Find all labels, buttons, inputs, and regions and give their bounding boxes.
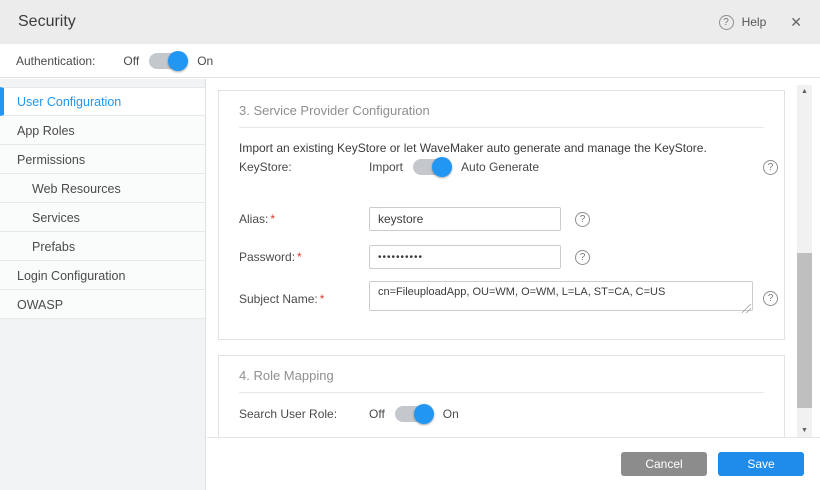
sidebar-item-login-configuration[interactable]: Login Configuration <box>0 261 205 290</box>
section-title: 3. Service Provider Configuration <box>219 91 784 127</box>
toggle-knob <box>432 157 452 177</box>
sidebar-item-owasp[interactable]: OWASP <box>0 290 205 319</box>
search-user-role-label: Search User Role: <box>239 407 369 421</box>
section-divider <box>239 392 764 393</box>
section-service-provider-configuration: 3. Service Provider Configuration Import… <box>218 90 785 340</box>
sidebar-list: User Configuration App Roles Permissions… <box>0 87 205 319</box>
subject-name-label: Subject Name:* <box>239 292 369 306</box>
page-title: Security <box>18 13 76 31</box>
scroll-down-icon[interactable]: ▼ <box>797 424 812 437</box>
help-icon[interactable]: ? <box>719 15 734 30</box>
alias-label: Alias:* <box>239 212 369 226</box>
close-icon[interactable]: ✕ <box>790 14 802 31</box>
keystore-label: KeyStore: <box>239 160 369 174</box>
search-user-role-toggle[interactable] <box>395 406 433 422</box>
section-description: Import an existing KeyStore or let WaveM… <box>219 128 784 155</box>
keystore-auto-generate-label: Auto Generate <box>461 160 539 174</box>
sidebar-item-app-roles[interactable]: App Roles <box>0 116 205 145</box>
section-title: 4. Role Mapping <box>219 356 784 392</box>
alias-input[interactable] <box>369 207 561 231</box>
sidebar-item-user-configuration[interactable]: User Configuration <box>0 87 205 116</box>
header-actions: ? Help ✕ <box>719 14 802 31</box>
footer-actions: Cancel Save <box>207 437 820 490</box>
sidebar-item-services[interactable]: Services <box>0 203 205 232</box>
authentication-toggle[interactable] <box>149 53 187 69</box>
required-mark: * <box>297 250 302 264</box>
search-user-role-off-label: Off <box>369 407 385 421</box>
keystore-toggle[interactable] <box>413 159 451 175</box>
search-user-role-toggle-group: Off On <box>369 406 459 422</box>
password-row: Password:* ? <box>239 245 778 269</box>
keystore-help-icon[interactable]: ? <box>763 160 778 175</box>
required-mark: * <box>270 212 275 226</box>
sidebar-item-web-resources[interactable]: Web Resources <box>0 174 205 203</box>
authentication-bar: Authentication: Off On <box>0 44 820 78</box>
subject-name-textarea[interactable]: cn=FileuploadApp, OU=WM, O=WM, L=LA, ST=… <box>369 281 753 311</box>
cancel-button[interactable]: Cancel <box>621 452 707 476</box>
help-link[interactable]: Help <box>742 15 767 29</box>
password-help-icon[interactable]: ? <box>575 250 590 265</box>
sidebar-item-permissions[interactable]: Permissions <box>0 145 205 174</box>
password-input[interactable] <box>369 245 561 269</box>
toggle-knob <box>414 404 434 424</box>
authentication-toggle-group: Off On <box>123 53 213 69</box>
keystore-import-label: Import <box>369 160 403 174</box>
scrollbar-thumb[interactable] <box>797 253 812 408</box>
alias-label-text: Alias: <box>239 212 268 226</box>
required-mark: * <box>320 292 325 306</box>
alias-row: Alias:* ? <box>239 207 778 231</box>
subject-name-textarea-wrap: cn=FileuploadApp, OU=WM, O=WM, L=LA, ST=… <box>369 281 753 316</box>
search-user-role-on-label: On <box>443 407 459 421</box>
password-label: Password:* <box>239 250 369 264</box>
toggle-knob <box>168 51 188 71</box>
save-button[interactable]: Save <box>718 452 804 476</box>
subject-name-help-icon[interactable]: ? <box>763 291 778 306</box>
authentication-label: Authentication: <box>16 54 95 68</box>
search-user-role-row: Search User Role: Off On <box>239 406 778 422</box>
main-content: 3. Service Provider Configuration Import… <box>207 79 820 437</box>
alias-help-icon[interactable]: ? <box>575 212 590 227</box>
authentication-on-label: On <box>197 54 213 68</box>
authentication-off-label: Off <box>123 54 139 68</box>
window-header: Security ? Help ✕ <box>0 0 820 44</box>
section-role-mapping: 4. Role Mapping Search User Role: Off On <box>218 355 785 438</box>
keystore-row: KeyStore: Import Auto Generate ? <box>239 159 778 175</box>
subject-name-row: Subject Name:* cn=FileuploadApp, OU=WM, … <box>239 281 778 316</box>
sidebar: User Configuration App Roles Permissions… <box>0 79 206 490</box>
scroll-up-icon[interactable]: ▲ <box>797 85 812 98</box>
keystore-toggle-group: Import Auto Generate <box>369 159 539 175</box>
sidebar-item-prefabs[interactable]: Prefabs <box>0 232 205 261</box>
password-label-text: Password: <box>239 250 295 264</box>
vertical-scrollbar[interactable]: ▲ ▼ <box>797 85 812 437</box>
subject-name-label-text: Subject Name: <box>239 292 318 306</box>
